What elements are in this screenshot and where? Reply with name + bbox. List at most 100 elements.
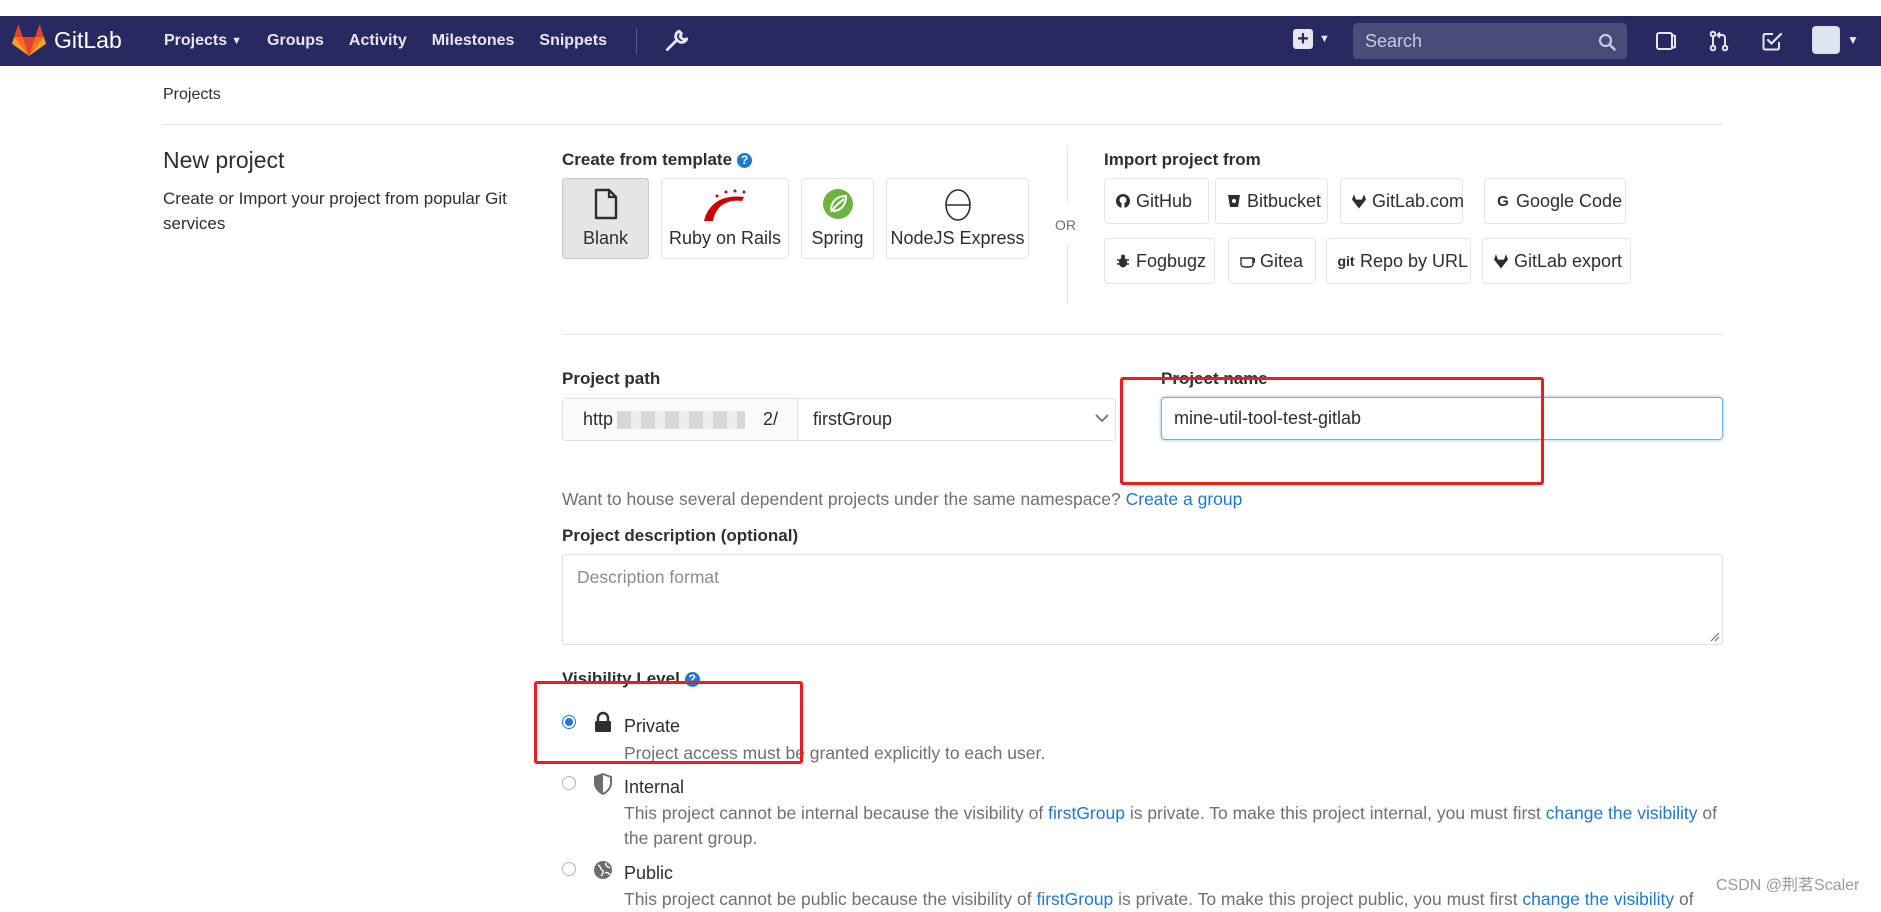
shield-icon	[594, 773, 612, 795]
or-divider-top	[1067, 146, 1068, 202]
git-icon: git	[1337, 253, 1355, 269]
top-navbar: GitLab Projects ▼ Groups Activity Milesto…	[0, 16, 1881, 66]
public-group-link[interactable]: firstGroup	[1036, 889, 1113, 909]
chevron-down-icon: ▼	[231, 35, 243, 47]
namespace-select[interactable]: firstGroup	[799, 399, 1115, 440]
gitea-icon	[1239, 253, 1255, 269]
wrench-icon[interactable]	[664, 28, 690, 54]
import-section-label: Import project from	[1104, 150, 1261, 169]
breadcrumb[interactable]: Projects	[163, 86, 221, 104]
path-prefix-end: 2/	[763, 399, 779, 440]
visibility-public-title[interactable]: Public	[624, 863, 673, 884]
file-icon	[594, 188, 617, 220]
breadcrumb-divider	[163, 124, 1723, 125]
spring-leaf-icon	[822, 189, 853, 219]
annotation-box-project-name	[1120, 377, 1544, 485]
nav-projects-label: Projects	[164, 32, 228, 49]
nav-projects[interactable]: Projects ▼	[164, 32, 242, 50]
merge-request-icon[interactable]	[1707, 29, 1731, 53]
template-express-label: NodeJS Express	[890, 228, 1025, 248]
plus-square-icon: +	[1293, 29, 1313, 49]
nav-groups[interactable]: Groups	[267, 32, 324, 50]
gitlab-icon	[1351, 193, 1367, 209]
visibility-internal-title[interactable]: Internal	[624, 777, 684, 798]
user-avatar[interactable]	[1812, 26, 1840, 54]
internal-desc-d: the parent group.	[624, 828, 758, 848]
google-icon: G	[1497, 192, 1509, 210]
import-bitbucket-button[interactable]: Bitbucket	[1215, 178, 1328, 224]
chevron-down-icon: ▼	[1319, 33, 1330, 45]
new-dropdown-button[interactable]: + ▼	[1293, 29, 1330, 49]
template-ruby-on-rails[interactable]: Ruby on Rails	[661, 178, 789, 259]
nav-activity[interactable]: Activity	[349, 32, 407, 50]
import-bitbucket-label: Bitbucket	[1247, 190, 1322, 211]
visibility-public-radio[interactable]	[562, 862, 576, 876]
public-desc-c: of	[1674, 889, 1694, 909]
visibility-internal-desc: This project cannot be internal because …	[624, 801, 1724, 851]
gitlab-icon	[1493, 253, 1509, 269]
template-blank[interactable]: Blank	[562, 178, 649, 259]
internal-desc-a: This project cannot be internal because …	[624, 803, 1049, 823]
template-spring[interactable]: Spring	[801, 178, 874, 259]
template-spring-label: Spring	[811, 228, 864, 248]
rails-icon	[704, 189, 746, 221]
sidebar-toggle-icon[interactable]	[1654, 29, 1678, 53]
nav-snippets[interactable]: Snippets	[539, 32, 607, 50]
import-gitlab-com-button[interactable]: GitLab.com	[1340, 178, 1464, 224]
public-desc-b: is private. To make this project public,…	[1113, 889, 1523, 909]
import-google-code-label: Google Code	[1516, 190, 1623, 211]
nav-divider	[635, 28, 637, 54]
template-rails-label: Ruby on Rails	[668, 228, 782, 248]
description-label: Project description (optional)	[562, 526, 799, 545]
import-fogbugz-button[interactable]: Fogbugz	[1104, 238, 1215, 284]
project-path-prefix: http 2/	[563, 399, 798, 440]
globe-icon	[594, 861, 612, 879]
main-nav: Projects ▼ Groups Activity Milestones Sni…	[164, 16, 690, 66]
form-divider	[562, 334, 1723, 335]
redacted-host	[617, 411, 745, 429]
resize-grip-icon[interactable]	[1708, 630, 1720, 642]
import-gitlab-export-label: GitLab export	[1514, 250, 1623, 271]
import-google-code-button[interactable]: G Google Code	[1484, 178, 1626, 224]
or-divider-bottom	[1067, 244, 1068, 304]
project-path-label: Project path	[562, 369, 661, 388]
bug-icon	[1115, 253, 1131, 269]
template-label-text: Create from template	[562, 150, 733, 169]
import-gitlab-export-button[interactable]: GitLab export	[1482, 238, 1631, 284]
public-change-visibility-link[interactable]: change the visibility	[1522, 889, 1674, 909]
chevron-down-icon[interactable]	[1095, 413, 1109, 423]
import-repo-by-url-button[interactable]: git Repo by URL	[1326, 238, 1471, 284]
visibility-public-desc: This project cannot be public because th…	[624, 887, 1724, 912]
browser-bookmark-strip	[0, 0, 1881, 16]
import-repo-by-url-label: Repo by URL	[1360, 250, 1469, 271]
internal-change-visibility-link[interactable]: change the visibility	[1546, 803, 1698, 823]
visibility-internal-radio[interactable]	[562, 776, 576, 790]
annotation-box-private	[534, 681, 803, 764]
bitbucket-icon	[1226, 193, 1242, 209]
gitlab-logo-icon[interactable]	[12, 25, 46, 57]
todo-check-icon[interactable]	[1760, 29, 1784, 53]
brand-name[interactable]: GitLab	[54, 27, 122, 54]
public-desc-a: This project cannot be public because th…	[624, 889, 1037, 909]
page-description: Create or Import your project from popul…	[163, 189, 507, 233]
search-input[interactable]	[1353, 23, 1627, 59]
template-nodejs-express[interactable]: NodeJS Express	[886, 178, 1029, 259]
project-path-group: http 2/ firstGroup	[562, 398, 1116, 441]
namespace-hint-text: Want to house several dependent projects…	[562, 489, 1121, 509]
project-description-textarea[interactable]	[562, 554, 1723, 645]
import-github-button[interactable]: GitHub	[1104, 178, 1209, 224]
import-gitea-button[interactable]: Gitea	[1228, 238, 1316, 284]
internal-desc-c: of	[1697, 803, 1717, 823]
help-icon[interactable]: ?	[737, 153, 753, 168]
page-title: New project	[163, 147, 285, 173]
internal-group-link[interactable]: firstGroup	[1048, 803, 1125, 823]
template-section-label: Create from template?	[562, 150, 753, 170]
chevron-down-icon[interactable]: ▼	[1847, 33, 1859, 47]
import-fogbugz-label: Fogbugz	[1136, 250, 1207, 271]
csdn-watermark: CSDN @荆茗Scaler	[1716, 877, 1860, 894]
create-group-link[interactable]: Create a group	[1126, 489, 1243, 509]
nav-milestones[interactable]: Milestones	[432, 32, 515, 50]
search-icon[interactable]	[1598, 33, 1616, 51]
import-gitea-label: Gitea	[1260, 250, 1304, 271]
github-icon	[1115, 193, 1131, 209]
